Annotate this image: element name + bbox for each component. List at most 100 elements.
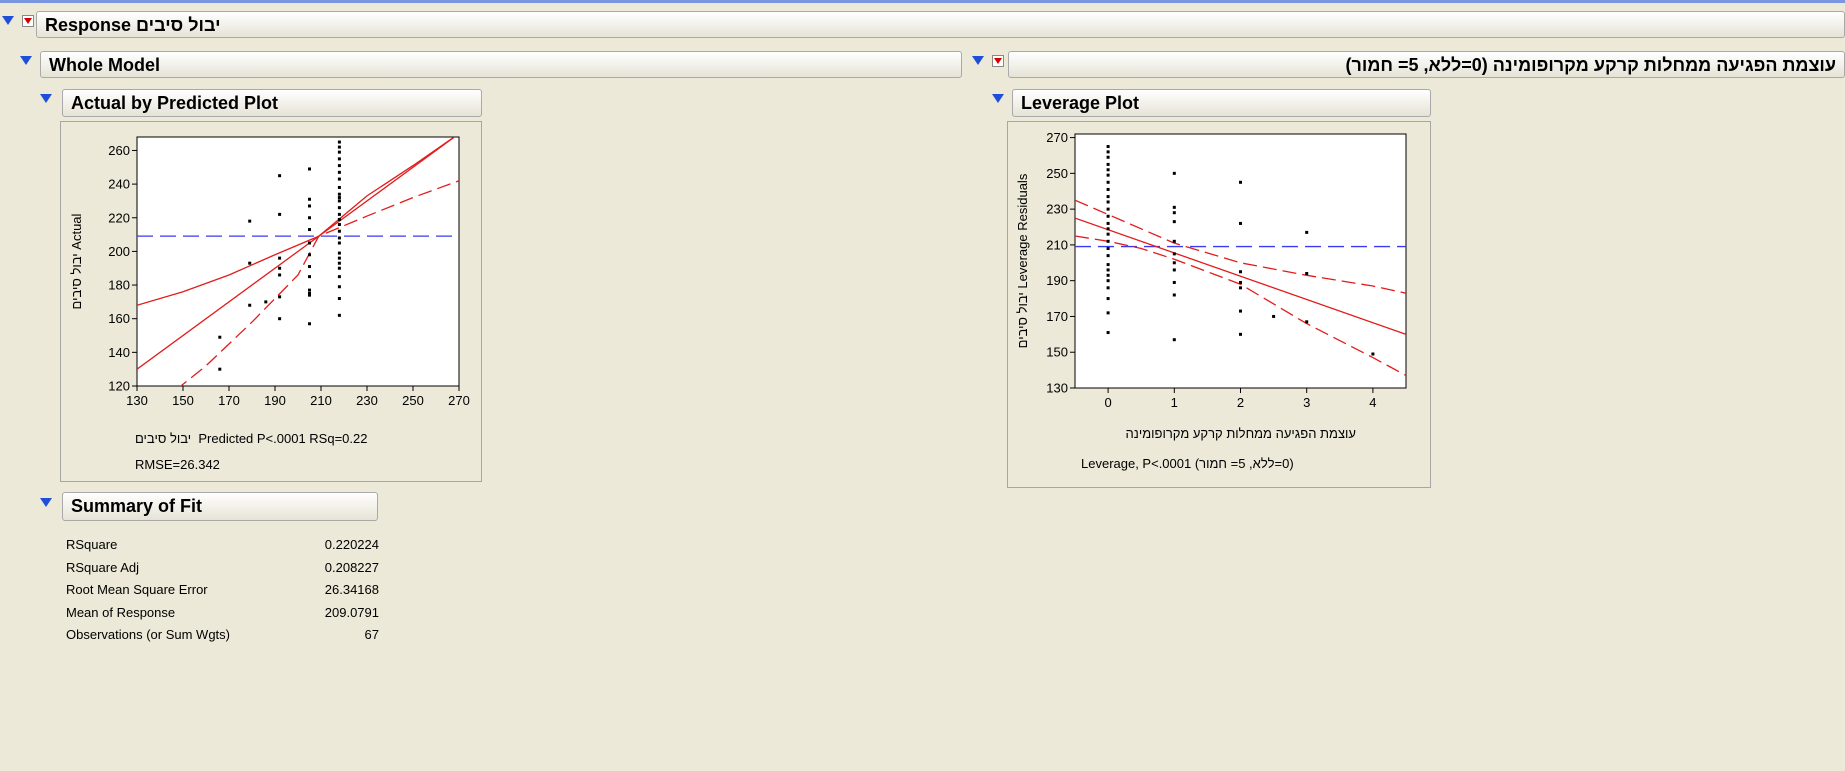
- data-point: [337, 285, 341, 289]
- data-point: [337, 192, 341, 196]
- data-point: [1106, 155, 1110, 159]
- red-triangle-menu-icon[interactable]: [22, 15, 34, 27]
- x-tick-label: 4: [1369, 395, 1376, 410]
- actual-caption-line1: יבול סיבים Predicted P<.0001 RSq=0.22: [135, 431, 367, 446]
- data-point: [337, 145, 341, 149]
- data-point: [1371, 352, 1375, 356]
- y-tick-label: 170: [1046, 309, 1068, 324]
- data-point: [337, 256, 341, 260]
- data-point: [337, 177, 341, 181]
- whole-model-header[interactable]: Whole Model: [40, 51, 962, 78]
- data-point: [1239, 332, 1242, 336]
- y-tick-label: 270: [1046, 130, 1068, 145]
- y-tick-label: 130: [1046, 381, 1068, 396]
- data-point: [1106, 263, 1110, 267]
- data-point: [1106, 286, 1110, 290]
- y-tick-label: 190: [1046, 273, 1068, 288]
- data-point: [337, 266, 341, 270]
- leverage-chart: 0 1 2 3 4 130 150 170 190 210 230 250 270 יבול סיבים …: [1015, 130, 1407, 410]
- data-point: [1106, 254, 1110, 258]
- data-point: [1239, 286, 1242, 290]
- response-title: יבול סיבים Response: [45, 15, 221, 35]
- data-point: [218, 367, 222, 371]
- data-point: [1106, 200, 1110, 204]
- disclosure-triangle-icon[interactable]: [992, 94, 1004, 103]
- data-point: [1106, 180, 1110, 184]
- y-tick-label: 150: [1046, 345, 1068, 360]
- data-point: [337, 196, 341, 200]
- disclosure-triangle-icon[interactable]: [972, 56, 984, 65]
- data-point: [1106, 145, 1110, 149]
- x-tick-label: 150: [172, 393, 194, 408]
- disclosure-triangle-icon[interactable]: [40, 498, 52, 507]
- data-point: [278, 174, 282, 178]
- data-point: [1172, 280, 1176, 284]
- y-tick-label: 250: [1046, 166, 1068, 181]
- y-tick-label: 240: [108, 177, 130, 192]
- data-point: [337, 185, 341, 189]
- data-point: [1305, 230, 1309, 234]
- x-tick-label: 270: [448, 393, 470, 408]
- y-tick-label: 200: [108, 244, 130, 259]
- actual-predicted-header[interactable]: Actual by Predicted Plot: [62, 89, 482, 117]
- leverage-caption-line1: עוצמת הפגיעה ממחלות קרקע מקרופומינה: [1125, 426, 1356, 441]
- data-point: [1106, 331, 1110, 335]
- data-point: [1172, 268, 1176, 272]
- data-point: [248, 219, 252, 223]
- data-point: [1106, 297, 1110, 301]
- disclosure-triangle-icon[interactable]: [2, 16, 14, 25]
- data-point: [1106, 246, 1110, 250]
- fit-row-value: 0.208227: [324, 559, 379, 575]
- data-point: [308, 216, 311, 220]
- data-point: [1172, 220, 1176, 224]
- data-point: [1106, 273, 1110, 277]
- x-tick-label: 250: [402, 393, 424, 408]
- data-point: [337, 222, 341, 226]
- x-tick-label: 3: [1303, 395, 1310, 410]
- actual-caption-line2: RMSE=26.342: [135, 457, 220, 472]
- y-tick-label: 230: [1046, 202, 1068, 217]
- y-tick-label: 160: [108, 311, 130, 326]
- red-triangle-menu-icon[interactable]: [992, 55, 1004, 67]
- data-point: [337, 164, 341, 168]
- data-point: [1172, 211, 1176, 215]
- response-header[interactable]: יבול סיבים Response: [36, 11, 1845, 38]
- data-point: [1106, 195, 1110, 199]
- y-tick-label: 210: [1046, 237, 1068, 252]
- data-point: [308, 293, 311, 297]
- fit-row-label: Mean of Response: [66, 604, 176, 620]
- summary-of-fit-header[interactable]: Summary of Fit: [62, 492, 378, 521]
- data-point: [337, 313, 341, 317]
- data-point: [337, 199, 341, 203]
- data-point: [278, 273, 282, 277]
- plot-frame: [136, 136, 460, 387]
- factor-header[interactable]: עוצמת הפגיעה ממחלות קרקע מקרופומינה (0=ל…: [1008, 51, 1845, 78]
- y-tick-label: 260: [108, 143, 130, 158]
- data-point: [308, 241, 311, 245]
- disclosure-triangle-icon[interactable]: [20, 56, 32, 65]
- data-point: [1172, 338, 1176, 342]
- data-point: [1239, 221, 1242, 225]
- y-tick-label: 180: [108, 278, 130, 293]
- data-point: [337, 212, 341, 216]
- data-point: [308, 197, 311, 201]
- whole-model-title: Whole Model: [49, 55, 160, 75]
- data-point: [308, 204, 311, 208]
- data-point: [1272, 314, 1276, 318]
- data-point: [337, 275, 341, 279]
- data-point: [337, 251, 341, 255]
- x-tick-label: 1: [1171, 395, 1178, 410]
- actual-caption-hebrew: יבול סיבים: [135, 431, 192, 446]
- data-point: [1172, 171, 1176, 175]
- leverage-plot-header[interactable]: Leverage Plot: [1012, 89, 1431, 117]
- fit-row-value: 0.220224: [324, 537, 379, 552]
- data-point: [1305, 320, 1309, 324]
- disclosure-triangle-icon[interactable]: [40, 94, 52, 103]
- data-point: [1106, 221, 1110, 225]
- data-point: [337, 150, 341, 154]
- y-axis-label: יבול סיבים Actual: [69, 213, 84, 309]
- data-point: [1106, 173, 1110, 177]
- y-tick-label: 120: [108, 379, 130, 394]
- data-point: [1106, 279, 1110, 283]
- data-point: [1239, 280, 1242, 284]
